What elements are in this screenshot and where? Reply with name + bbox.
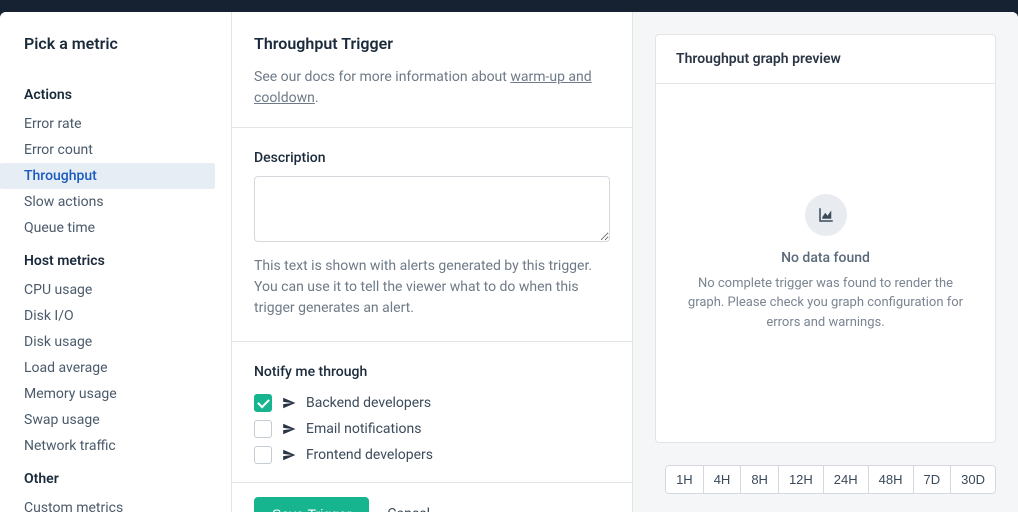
form-title: Throughput Trigger xyxy=(232,12,632,67)
save-button[interactable]: Save Trigger xyxy=(254,497,369,512)
notify-option-frontend[interactable]: Frontend developers xyxy=(254,442,610,468)
sidebar-item-error-count[interactable]: Error count xyxy=(0,137,231,163)
time-24h[interactable]: 24H xyxy=(823,465,869,494)
sidebar-item-swap-usage[interactable]: Swap usage xyxy=(0,407,231,433)
docs-note: See our docs for more information about … xyxy=(232,67,632,127)
sidebar-item-disk-usage[interactable]: Disk usage xyxy=(0,329,231,355)
sidebar-item-cpu-usage[interactable]: CPU usage xyxy=(0,277,231,303)
area-chart-icon xyxy=(805,194,847,236)
description-helper: This text is shown with alerts generated… xyxy=(254,256,610,319)
sidebar-group-other: Other xyxy=(0,459,231,495)
sidebar-item-custom-metrics[interactable]: Custom metrics xyxy=(0,495,231,512)
sidebar-title: Pick a metric xyxy=(0,12,231,75)
checkbox-frontend[interactable] xyxy=(254,446,272,464)
time-48h[interactable]: 48H xyxy=(868,465,914,494)
sidebar-item-memory-usage[interactable]: Memory usage xyxy=(0,381,231,407)
time-4h[interactable]: 4H xyxy=(703,465,742,494)
sidebar-group-actions: Actions xyxy=(0,75,231,111)
time-7d[interactable]: 7D xyxy=(913,465,952,494)
sidebar-item-error-rate[interactable]: Error rate xyxy=(0,111,231,137)
time-12h[interactable]: 12H xyxy=(778,465,824,494)
paper-plane-icon xyxy=(282,448,296,462)
time-range-group: 1H 4H 8H 12H 24H 48H 7D 30D xyxy=(633,465,1018,512)
preview-title: Throughput graph preview xyxy=(656,35,995,84)
metric-sidebar: Pick a metric Actions Error rate Error c… xyxy=(0,12,232,512)
notify-option-email[interactable]: Email notifications xyxy=(254,416,610,442)
notify-label: Notify me through xyxy=(254,364,610,380)
preview-card: Throughput graph preview No data found N… xyxy=(655,34,996,443)
description-label: Description xyxy=(254,150,610,166)
time-8h[interactable]: 8H xyxy=(740,465,779,494)
time-30d[interactable]: 30D xyxy=(950,465,996,494)
paper-plane-icon xyxy=(282,396,296,410)
sidebar-item-slow-actions[interactable]: Slow actions xyxy=(0,189,231,215)
sidebar-group-host-metrics: Host metrics xyxy=(0,241,231,277)
paper-plane-icon xyxy=(282,422,296,436)
sidebar-item-throughput[interactable]: Throughput xyxy=(0,163,215,189)
description-textarea[interactable] xyxy=(254,176,610,242)
no-data-title: No data found xyxy=(781,250,870,266)
checkbox-backend[interactable] xyxy=(254,394,272,412)
sidebar-item-load-average[interactable]: Load average xyxy=(0,355,231,381)
preview-panel: Throughput graph preview No data found N… xyxy=(633,12,1018,512)
sidebar-item-queue-time[interactable]: Queue time xyxy=(0,215,231,241)
time-1h[interactable]: 1H xyxy=(665,465,704,494)
sidebar-item-disk-io[interactable]: Disk I/O xyxy=(0,303,231,329)
no-data-message: No complete trigger was found to render … xyxy=(680,274,971,333)
notify-option-backend[interactable]: Backend developers xyxy=(254,390,610,416)
checkbox-email[interactable] xyxy=(254,420,272,438)
trigger-form: Throughput Trigger See our docs for more… xyxy=(232,12,633,512)
cancel-link[interactable]: Cancel xyxy=(387,506,430,512)
sidebar-item-network-traffic[interactable]: Network traffic xyxy=(0,433,231,459)
